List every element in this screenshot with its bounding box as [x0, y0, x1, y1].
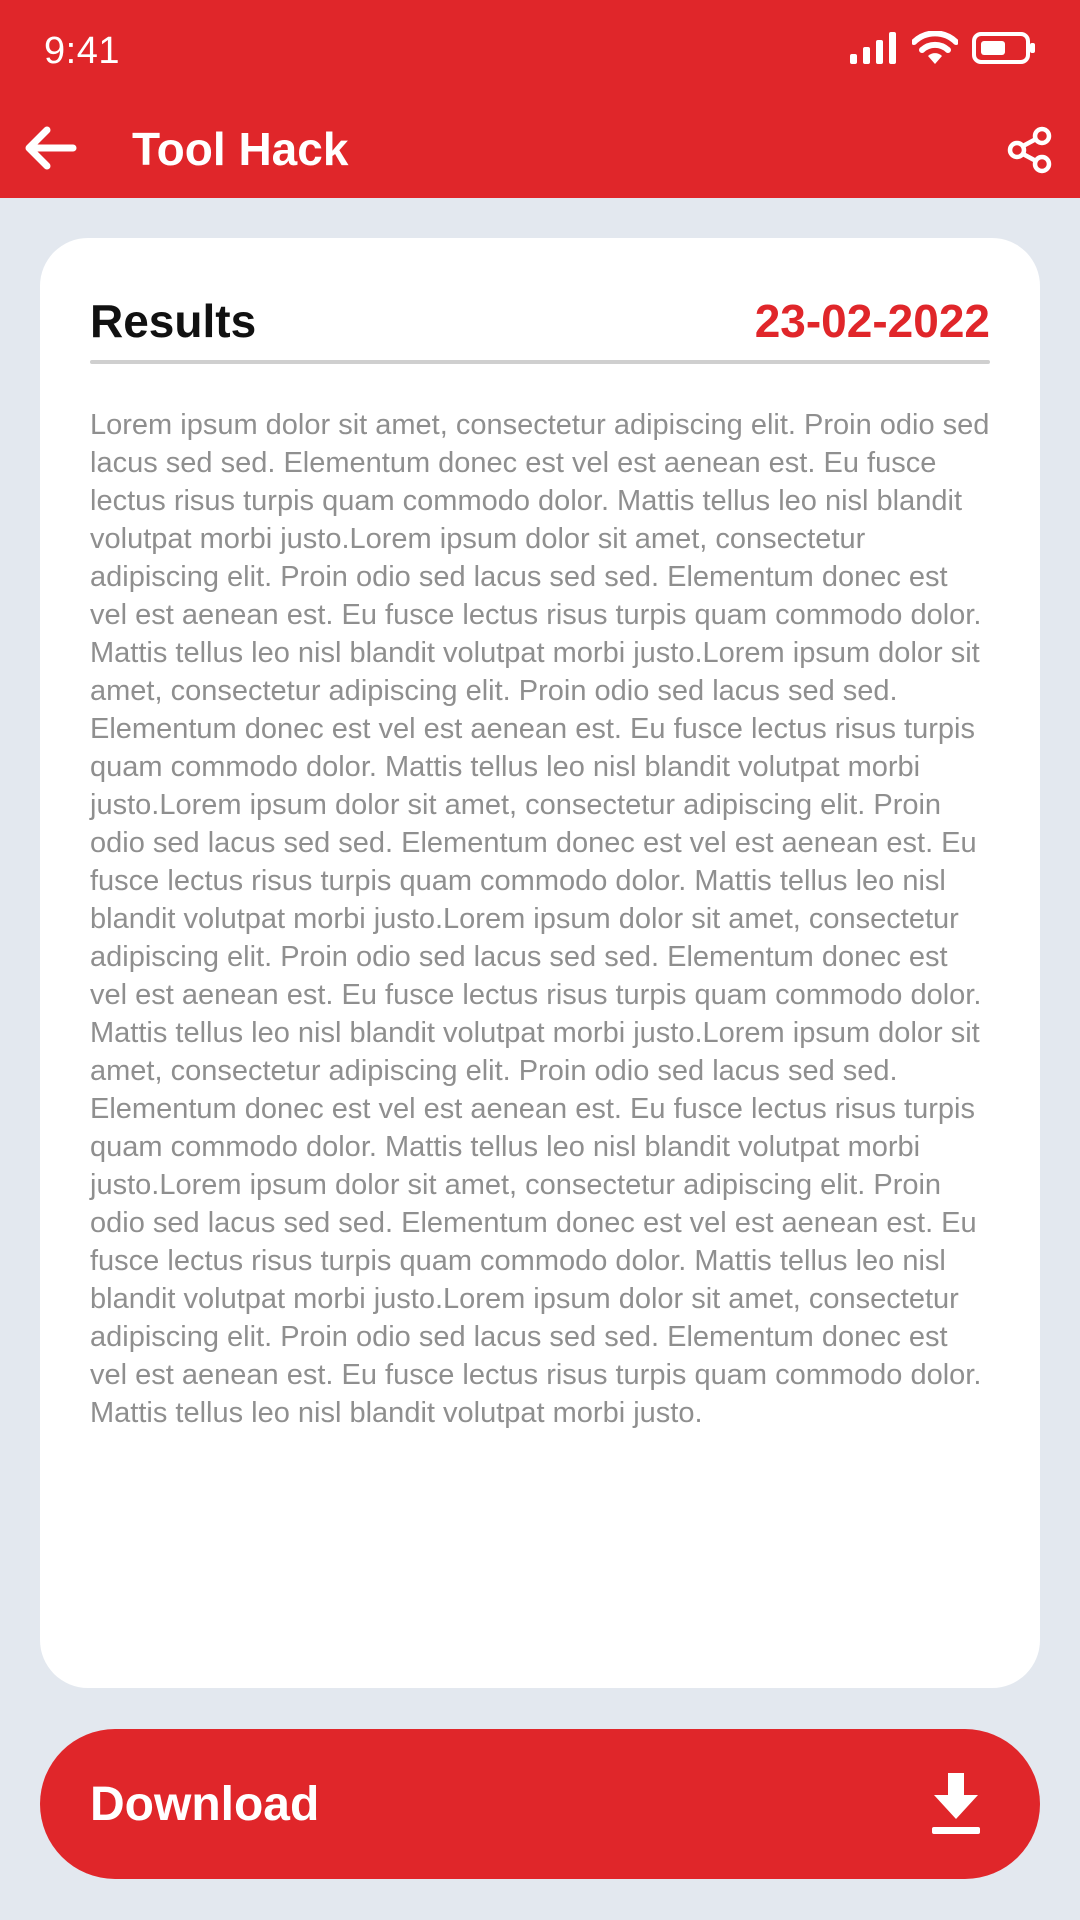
arrow-left-icon: [23, 126, 77, 175]
share-icon: [1006, 126, 1054, 179]
results-header: Results 23-02-2022: [90, 294, 990, 350]
status-time: 9:41: [44, 30, 120, 72]
results-date: 23-02-2022: [754, 295, 990, 347]
status-bar: 9:41: [0, 0, 1080, 100]
app-bar: Tool Hack: [0, 100, 1080, 198]
divider: [90, 360, 990, 364]
results-title: Results: [90, 295, 257, 347]
download-button[interactable]: Download: [40, 1729, 1040, 1879]
status-icons: [850, 29, 1036, 70]
share-button[interactable]: [1000, 122, 1060, 182]
top-bar: 9:41 Tool Hack: [0, 0, 1080, 198]
back-button[interactable]: [20, 120, 80, 180]
download-icon: [926, 1771, 986, 1837]
page-title: Tool Hack: [132, 123, 349, 175]
battery-icon: [972, 31, 1036, 69]
wifi-icon: [911, 29, 959, 70]
results-body-text: Lorem ipsum dolor sit amet, consectetur …: [90, 409, 990, 1429]
results-card: Results 23-02-2022 Lorem ipsum dolor sit…: [40, 238, 1040, 1688]
download-label: Download: [90, 1778, 320, 1831]
signal-icon: [850, 31, 898, 69]
